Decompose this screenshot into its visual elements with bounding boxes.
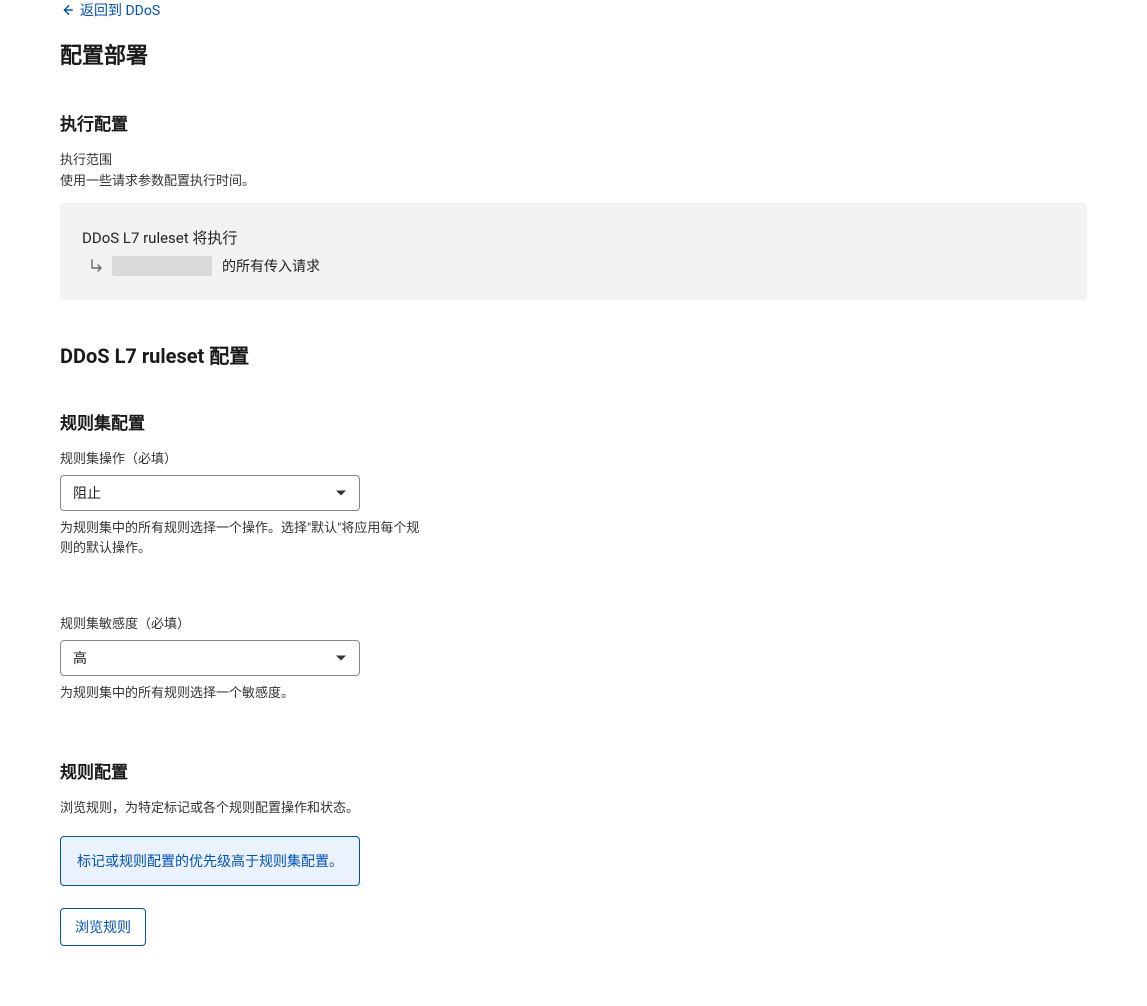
- exec-panel-line1: DDoS L7 ruleset 将执行: [82, 227, 1065, 248]
- corner-down-right-icon: [90, 259, 102, 273]
- back-link-label: 返回到 DDoS: [80, 0, 160, 20]
- masked-domain: [112, 256, 212, 276]
- ruleset-sensitivity-select[interactable]: 高: [60, 640, 360, 676]
- exec-scope-desc: 使用一些请求参数配置执行时间。: [60, 170, 1087, 189]
- exec-scope-label: 执行范围: [60, 149, 1087, 168]
- browse-rules-button[interactable]: 浏览规则: [60, 908, 146, 946]
- chevron-down-icon: [335, 487, 347, 499]
- arrow-left-icon: [60, 3, 74, 17]
- ruleset-name: DDoS L7 ruleset: [82, 229, 189, 247]
- ruleset-action-help: 为规则集中的所有规则选择一个操作。选择"默认"将应用每个规则的默认操作。: [60, 519, 420, 559]
- ruleset-action-value: 阻止: [73, 483, 101, 503]
- ruleset-sensitivity-label: 规则集敏感度（必填）: [60, 613, 1087, 632]
- ruleset-action-select[interactable]: 阻止: [60, 475, 360, 511]
- page-title: 配置部署: [60, 38, 1087, 70]
- will-execute-suffix: 将执行: [189, 229, 238, 247]
- back-link[interactable]: 返回到 DDoS: [60, 0, 160, 20]
- ruleset-sensitivity-value: 高: [73, 648, 87, 668]
- rule-config-desc: 浏览规则，为特定标记或各个规则配置操作和状态。: [60, 797, 1087, 816]
- ruleset-sensitivity-help: 为规则集中的所有规则选择一个敏感度。: [60, 684, 420, 704]
- rule-config-notice: 标记或规则配置的优先级高于规则集配置。: [60, 836, 360, 886]
- chevron-down-icon: [335, 652, 347, 664]
- ruleset-action-label: 规则集操作（必填）: [60, 448, 1087, 467]
- rule-config-title: 规则配置: [60, 758, 1087, 783]
- config-section-title: DDoS L7 ruleset 配置: [60, 340, 1087, 369]
- ruleset-config-title: 规则集配置: [60, 409, 1087, 434]
- exec-section-title: 执行配置: [60, 110, 1087, 135]
- all-incoming-suffix: 的所有传入请求: [222, 256, 320, 276]
- exec-panel-line2: 的所有传入请求: [82, 256, 1065, 276]
- exec-info-panel: DDoS L7 ruleset 将执行 的所有传入请求: [60, 203, 1087, 300]
